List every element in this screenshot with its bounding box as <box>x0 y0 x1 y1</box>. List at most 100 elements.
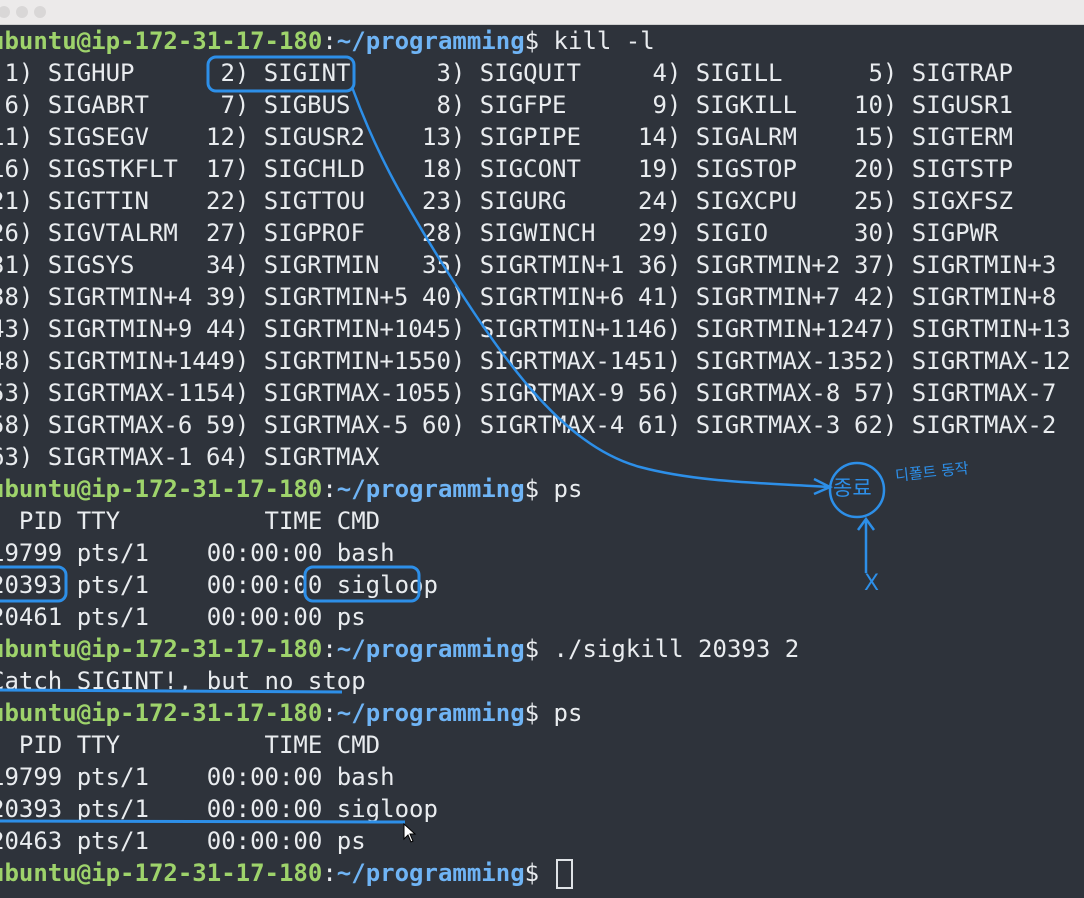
signal-entry: 30) SIGPWR <box>854 219 999 247</box>
terminal-cursor[interactable] <box>555 859 573 889</box>
signal-entry: 22) SIGTTOU <box>206 187 365 215</box>
prompt-user-host: ubuntu@ip-172-31-17-180 <box>0 27 323 55</box>
signal-entry: 42) SIGRTMIN+8 <box>854 283 1057 311</box>
signal-entry: 39) SIGRTMIN+5 <box>206 283 409 311</box>
signal-entry: 54) SIGRTMAX-10 <box>206 379 423 407</box>
signal-entry: 35) SIGRTMIN+1 <box>422 251 625 279</box>
annotation-x-mark: X <box>864 571 880 596</box>
prompt-separator: : <box>322 475 337 503</box>
signal-entry: 37) SIGRTMIN+3 <box>854 251 1057 279</box>
signal-entry: 20) SIGTSTP <box>854 155 1013 183</box>
signal-entry: 43) SIGRTMIN+9 <box>0 315 193 343</box>
prompt-dollar: $ <box>524 635 540 663</box>
close-window-button[interactable] <box>0 6 10 18</box>
signal-entry: 56) SIGRTMAX-8 <box>638 379 841 407</box>
signal-entry: 62) SIGRTMAX-2 <box>854 411 1057 439</box>
signal-entry: 52) SIGRTMAX-12 <box>854 347 1071 375</box>
signal-entry: 13) SIGPIPE <box>422 123 581 151</box>
signal-entry: 40) SIGRTMIN+6 <box>422 283 625 311</box>
signal-entry: 57) SIGRTMAX-7 <box>854 379 1057 407</box>
signal-entry: 26) SIGVTALRM <box>0 219 178 247</box>
prompt-separator: : <box>322 27 337 55</box>
ps-header: PID TTY TIME CMD <box>0 507 381 535</box>
annotation-exit-text: 종료 <box>833 476 872 500</box>
signal-entry: 60) SIGRTMAX-4 <box>422 411 625 439</box>
signal-entry: 11) SIGSEGV <box>0 123 149 151</box>
signal-entry: 18) SIGCONT <box>422 155 581 183</box>
signal-entry: 45) SIGRTMIN+11 <box>422 315 639 343</box>
signal-entry: 15) SIGTERM <box>854 123 1013 151</box>
command-text: ps <box>553 699 583 727</box>
signal-entry: 3) SIGQUIT <box>422 59 581 87</box>
prompt-line: ubuntu@ip-172-31-17-180:~/programming$ .… <box>0 633 799 665</box>
prompt-dollar: $ <box>524 699 540 727</box>
signal-entry: 41) SIGRTMIN+7 <box>638 283 841 311</box>
signal-entry: 16) SIGSTKFLT <box>0 155 178 183</box>
ps-row: 19799 pts/1 00:00:00 bash <box>0 763 395 791</box>
signal-entry: 4) SIGILL <box>638 59 783 87</box>
prompt-path: ~/programming <box>336 699 525 727</box>
prompt-separator: : <box>322 635 337 663</box>
prompt-path: ~/programming <box>336 475 525 503</box>
signal-entry: 1) SIGHUP <box>0 59 135 87</box>
signal-entry: 5) SIGTRAP <box>854 59 1013 87</box>
signal-entry: 14) SIGALRM <box>638 123 797 151</box>
signal-entry: 17) SIGCHLD <box>206 155 365 183</box>
signal-entry: 31) SIGSYS <box>0 251 135 279</box>
ps-row: 20393 pts/1 00:00:00 sigloop <box>0 571 438 599</box>
prompt-line: ubuntu@ip-172-31-17-180:~/programming$ <box>0 857 573 889</box>
prompt-line: ubuntu@ip-172-31-17-180:~/programming$ p… <box>0 473 582 505</box>
signal-entry: 46) SIGRTMIN+12 <box>638 315 855 343</box>
signal-entry: 48) SIGRTMIN+14 <box>0 347 207 375</box>
signal-entry: 36) SIGRTMIN+2 <box>638 251 841 279</box>
prompt-dollar: $ <box>524 859 540 887</box>
signal-entry: 50) SIGRTMAX-14 <box>422 347 639 375</box>
signal-entry: 24) SIGXCPU <box>638 187 797 215</box>
prompt-user-host: ubuntu@ip-172-31-17-180 <box>0 859 323 887</box>
ps-row: 20461 pts/1 00:00:00 ps <box>0 603 366 631</box>
signal-entry: 25) SIGXFSZ <box>854 187 1013 215</box>
prompt-path: ~/programming <box>336 859 525 887</box>
signal-entry: 51) SIGRTMAX-13 <box>638 347 855 375</box>
signal-entry: 38) SIGRTMIN+4 <box>0 283 193 311</box>
signal-entry: 63) SIGRTMAX-1 <box>0 443 193 471</box>
minimize-window-button[interactable] <box>16 6 28 18</box>
ps-header: PID TTY TIME CMD <box>0 731 381 759</box>
program-output: Catch SIGINT!, but no stop <box>0 667 366 695</box>
signal-entry: 64) SIGRTMAX <box>206 443 380 471</box>
window-titlebar <box>0 0 1084 25</box>
signal-entry: 10) SIGUSR1 <box>854 91 1013 119</box>
prompt-path: ~/programming <box>336 635 525 663</box>
prompt-line: ubuntu@ip-172-31-17-180:~/programming$ p… <box>0 697 582 729</box>
command-text: kill -l <box>553 27 655 55</box>
signal-entry: 47) SIGRTMIN+13 <box>854 315 1071 343</box>
signal-entry: 21) SIGTTIN <box>0 187 149 215</box>
prompt-dollar: $ <box>524 27 540 55</box>
up-arrow-icon <box>856 516 876 531</box>
signal-entry: 29) SIGIO <box>638 219 769 247</box>
command-text: ./sigkill 20393 2 <box>553 635 800 663</box>
prompt-user-host: ubuntu@ip-172-31-17-180 <box>0 635 323 663</box>
signal-entry: 23) SIGURG <box>422 187 567 215</box>
ps-row: 20393 pts/1 00:00:00 sigloop <box>0 795 438 823</box>
signal-entry: 28) SIGWINCH <box>422 219 596 247</box>
signal-entry: 12) SIGUSR2 <box>206 123 365 151</box>
prompt-dollar: $ <box>524 475 540 503</box>
prompt-user-host: ubuntu@ip-172-31-17-180 <box>0 475 323 503</box>
arrowhead-icon <box>813 477 833 496</box>
signal-entry: 19) SIGSTOP <box>638 155 797 183</box>
signal-entry: 2) SIGINT <box>206 59 351 87</box>
prompt-separator: : <box>322 859 337 887</box>
command-text: ps <box>553 475 583 503</box>
signal-entry: 58) SIGRTMAX-6 <box>0 411 193 439</box>
signal-entry: 27) SIGPROF <box>206 219 365 247</box>
annotation-default-action-text: 디폴트 동작 <box>894 459 970 485</box>
signal-entry: 61) SIGRTMAX-3 <box>638 411 841 439</box>
signal-entry: 49) SIGRTMIN+15 <box>206 347 423 375</box>
terminal-output[interactable]: ubuntu@ip-172-31-17-180:~/programming$ k… <box>0 25 1084 898</box>
ps-row: 19799 pts/1 00:00:00 bash <box>0 539 395 567</box>
signal-entry: 6) SIGABRT <box>0 91 149 119</box>
signal-entry: 55) SIGRTMAX-9 <box>422 379 625 407</box>
signal-entry: 59) SIGRTMAX-5 <box>206 411 409 439</box>
zoom-window-button[interactable] <box>34 6 46 18</box>
